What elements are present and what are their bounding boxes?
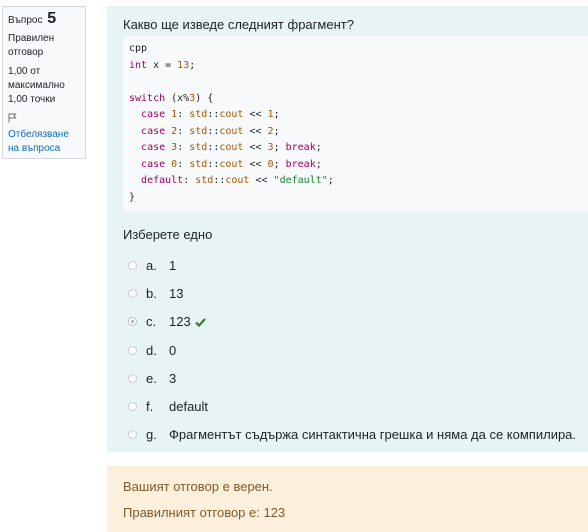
question-formulation: Какво ще изведе следният фрагмент? cpp i…: [107, 6, 588, 452]
radio-button[interactable]: [128, 402, 137, 412]
radio-button[interactable]: [128, 288, 137, 298]
flag-icon: [8, 113, 17, 128]
answer-text: 1: [169, 257, 177, 273]
answer-list: a. 1 b. 13 c. 123 d. 0 e. 3 f. default g…: [128, 251, 588, 449]
radio-button-selected[interactable]: [128, 317, 137, 327]
answer-letter: f.: [146, 399, 154, 415]
flag-question-label: Отбелязване на въпроса: [8, 129, 69, 154]
answer-option-c[interactable]: c. 123: [128, 308, 588, 336]
question-number-value: 5: [47, 10, 57, 27]
question-info-panel: Въпрос 5 Правилен отговор 1,00 от максим…: [2, 6, 86, 159]
answer-option-g[interactable]: g. Фрагментът съдържа синтактична грешка…: [128, 421, 588, 449]
question-state: Правилен отговор: [8, 33, 55, 58]
answer-option-e[interactable]: e. 3: [128, 364, 588, 392]
question-text: Какво ще изведе следният фрагмент?: [123, 17, 354, 32]
answer-letter: a.: [146, 257, 157, 273]
answer-letter: c.: [146, 314, 157, 330]
answer-text: 13: [169, 285, 184, 301]
answer-letter: e.: [146, 370, 157, 386]
question-label: Въпрос: [8, 15, 43, 26]
radio-button[interactable]: [128, 373, 137, 383]
answer-option-b[interactable]: b. 13: [128, 279, 588, 307]
feedback-result: Вашият отговор е верен.: [123, 479, 273, 494]
feedback-panel: Вашият отговор е верен. Правилният отгов…: [107, 466, 588, 532]
grade-line-1: 1,00 от: [8, 66, 41, 77]
answer-letter: d.: [146, 342, 157, 358]
answer-text: default: [169, 399, 209, 415]
answer-prompt: Изберете едно: [123, 227, 213, 242]
correct-check-icon: [194, 314, 206, 330]
question-grade: 1,00 от максимално 1,00 точки: [8, 65, 80, 107]
grade-line-2: максимално: [8, 80, 65, 91]
radio-button[interactable]: [128, 260, 137, 270]
code-snippet: cpp int x = 13; switch (x%3) { case 1: s…: [123, 36, 588, 211]
grade-line-3: 1,00 точки: [8, 94, 56, 105]
code-language: cpp: [129, 43, 148, 54]
radio-button[interactable]: [128, 345, 137, 355]
feedback-right-answer: Правилният отговор е: 123: [123, 505, 286, 520]
answer-text: 3: [169, 370, 177, 386]
answer-option-d[interactable]: d. 0: [128, 336, 588, 364]
answer-text: Фрагментът съдържа синтактична грешка и …: [169, 427, 577, 443]
flag-question-link[interactable]: Отбелязване на въпроса: [8, 113, 80, 156]
radio-button[interactable]: [128, 430, 137, 440]
answer-letter: b.: [146, 285, 157, 301]
answer-text: 0: [169, 342, 177, 358]
answer-option-a[interactable]: a. 1: [128, 251, 588, 279]
question-number: Въпрос 5: [8, 10, 80, 28]
answer-text: 123: [169, 314, 191, 330]
answer-option-f[interactable]: f. default: [128, 392, 588, 420]
answer-letter: g.: [146, 427, 157, 443]
